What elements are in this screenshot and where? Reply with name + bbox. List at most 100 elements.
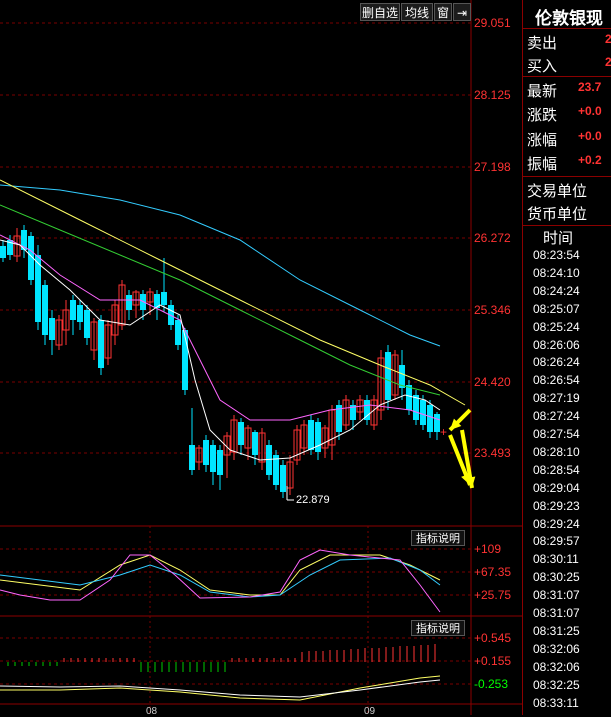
time-list-item: 08:33:11	[533, 695, 579, 710]
time-list-item: 08:31:07	[533, 606, 580, 620]
quote-label: 涨幅	[527, 132, 558, 149]
candle-body	[280, 465, 286, 492]
quote-value: 2	[605, 32, 611, 46]
candle-body	[427, 405, 433, 432]
price-axis-label: 26.272	[474, 231, 511, 245]
quote-label: 振幅	[527, 156, 558, 173]
time-list-item: 08:29:04	[533, 480, 580, 495]
indicator-level-label: +0.155	[474, 654, 512, 668]
quote-row-amplitude: 振幅 +0.2	[523, 151, 611, 173]
indicator-help-button[interactable]: 指标说明	[411, 530, 465, 546]
indicator-level-label: -0.253	[474, 677, 509, 691]
indicator-level-label: +67.35	[474, 565, 512, 579]
quote-value: +0.2	[578, 153, 602, 167]
candle-body	[42, 285, 48, 335]
time-list-item: 08:29:57	[533, 534, 580, 549]
time-list-item: 08:27:54	[533, 427, 580, 441]
price-axis-label: 24.420	[474, 375, 511, 389]
indicator2-line	[0, 679, 441, 698]
candle-body	[77, 305, 83, 322]
candle-body	[238, 422, 244, 445]
time-list-item: 08:28:54	[533, 462, 580, 477]
candle-body	[0, 246, 6, 258]
indicator-level-label: +109	[474, 542, 502, 556]
candle-body	[98, 320, 104, 368]
quote-value: 23.7	[578, 80, 602, 94]
indicator1-line	[0, 549, 441, 613]
price-axis-label: 29.051	[474, 16, 511, 30]
expand-icon[interactable]: ⇥	[453, 3, 471, 21]
indicator-level-label: +0.545	[474, 631, 512, 645]
time-list-item: 08:25:07	[533, 301, 580, 316]
quote-value: 2	[605, 55, 611, 69]
delete-watchlist-button[interactable]: 删自选	[360, 3, 400, 21]
candle-body	[420, 400, 426, 425]
time-list-item: 08:30:11	[533, 552, 579, 567]
indicator-level-label: +25.75	[474, 588, 512, 602]
time-list-item: 08:27:24	[533, 409, 580, 424]
quote-label: 涨跌	[527, 107, 558, 124]
crosshair-marker: +	[440, 425, 447, 439]
price-axis-label: 28.125	[474, 88, 511, 102]
quote-panel: 伦敦银现 卖出 2 买入 2 最新 23.7 涨跌 +0.0 涨幅 +0.0 振…	[522, 0, 611, 715]
time-list-item: 08:32:06	[533, 659, 580, 674]
quote-value: +0.0	[578, 104, 602, 118]
candle-body	[70, 300, 76, 320]
time-list-item: 08:32:25	[533, 677, 580, 692]
candle-body	[308, 420, 314, 450]
quote-label: 卖出	[527, 35, 558, 52]
candle-body	[189, 445, 195, 470]
candle-body	[161, 292, 167, 305]
quote-row-change-pct: 涨幅 +0.0	[523, 127, 611, 149]
time-list-item: 08:32:06	[533, 641, 580, 656]
time-list-item: 08:25:24	[533, 319, 580, 334]
kline-chart[interactable]: +	[0, 0, 522, 715]
quote-label: 买入	[527, 58, 558, 75]
price-axis-label: 27.198	[474, 160, 511, 174]
candle-body	[385, 352, 391, 400]
candle-body	[210, 445, 216, 472]
candle-body	[175, 320, 181, 345]
trade-unit-label: 交易单位	[527, 183, 588, 200]
time-list-item: 08:26:06	[533, 337, 580, 352]
quote-value: +0.0	[578, 129, 602, 143]
quote-row-change: 涨跌 +0.0	[523, 102, 611, 124]
time-list-item: 08:29:24	[533, 516, 580, 531]
low-price-marker: 22.879	[296, 494, 330, 506]
moving-average-button[interactable]: 均线	[401, 3, 433, 21]
candle-body	[217, 450, 223, 475]
window-button[interactable]: 窗	[434, 3, 452, 21]
time-header: 时间	[543, 230, 574, 247]
time-list-item: 08:30:25	[533, 570, 580, 585]
candle-body	[84, 310, 90, 338]
price-axis-label: 25.346	[474, 303, 511, 317]
time-list-item: 08:26:54	[533, 373, 580, 388]
time-list-item: 08:27:19	[533, 391, 580, 406]
time-list-item: 08:31:07	[533, 588, 580, 603]
x-axis-label: 09	[364, 706, 376, 717]
candle-body	[252, 432, 258, 455]
candle-body	[126, 295, 132, 310]
candle-body	[406, 385, 412, 410]
ma-line-yellow	[0, 179, 466, 406]
instrument-title: 伦敦银现	[535, 9, 603, 28]
candle-body	[315, 422, 321, 452]
currency-unit-label: 货币单位	[527, 206, 588, 223]
chart-area[interactable]: + 删自选 均线 窗 ⇥ 29.051 28.125 27.198 26.272…	[0, 0, 522, 717]
indicator-help-button[interactable]: 指标说明	[411, 620, 465, 636]
time-list-item: 08:23:54	[533, 248, 580, 262]
quote-label: 最新	[527, 83, 558, 100]
time-list-item: 08:29:23	[533, 498, 580, 513]
candle-body	[182, 330, 188, 390]
indicator1-line	[0, 554, 441, 596]
time-list-item: 08:28:10	[533, 444, 580, 459]
time-list-item: 08:31:25	[533, 623, 580, 638]
candle-body	[203, 440, 209, 465]
time-list-item: 08:24:10	[533, 265, 580, 280]
time-list-item: 08:24:24	[533, 283, 580, 298]
price-axis-label: 23.493	[474, 446, 511, 460]
quote-row-buy: 买入 2	[523, 53, 611, 75]
quote-row-sell: 卖出 2	[523, 30, 611, 52]
quote-row-latest: 最新 23.7	[523, 78, 611, 100]
x-axis-label: 08	[146, 706, 158, 717]
